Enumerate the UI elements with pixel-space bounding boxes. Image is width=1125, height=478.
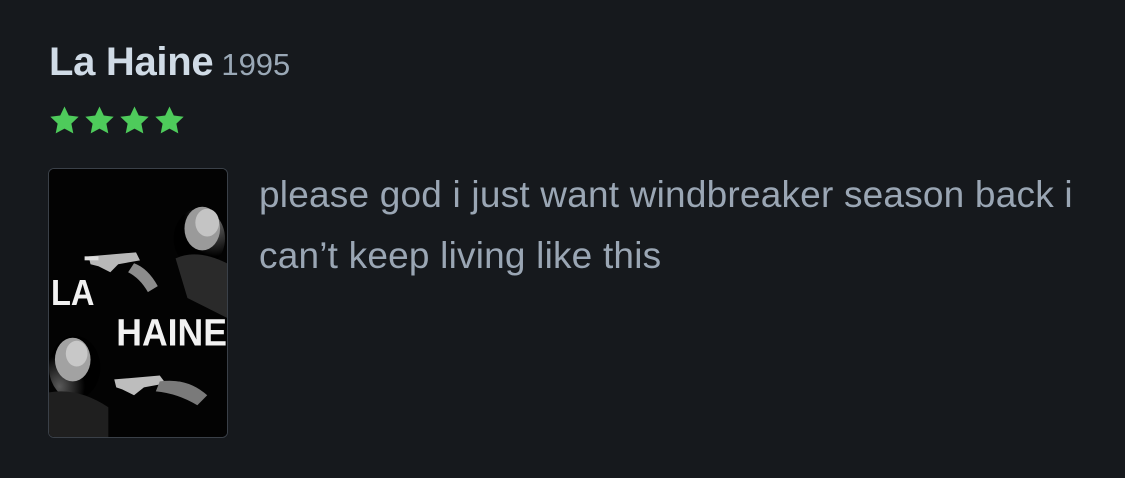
star-icon	[50, 106, 79, 134]
film-poster[interactable]: LA HAINE	[48, 168, 228, 438]
star-icon	[120, 106, 149, 134]
poster-title-la: LA	[51, 273, 95, 313]
review-body: please god i just want windbreaker seaso…	[259, 174, 1073, 276]
film-year[interactable]: 1995	[221, 47, 290, 83]
star-icon	[155, 106, 184, 134]
review-card: La Haine 1995 LA HAINE please god i just…	[0, 0, 1125, 478]
poster-title-haine: HAINE	[116, 312, 227, 354]
star-rating	[48, 104, 186, 137]
film-title[interactable]: La Haine	[49, 40, 214, 85]
film-header: La Haine 1995	[49, 40, 290, 85]
poster-artwork: LA HAINE	[49, 169, 227, 437]
star-icon	[85, 106, 114, 134]
